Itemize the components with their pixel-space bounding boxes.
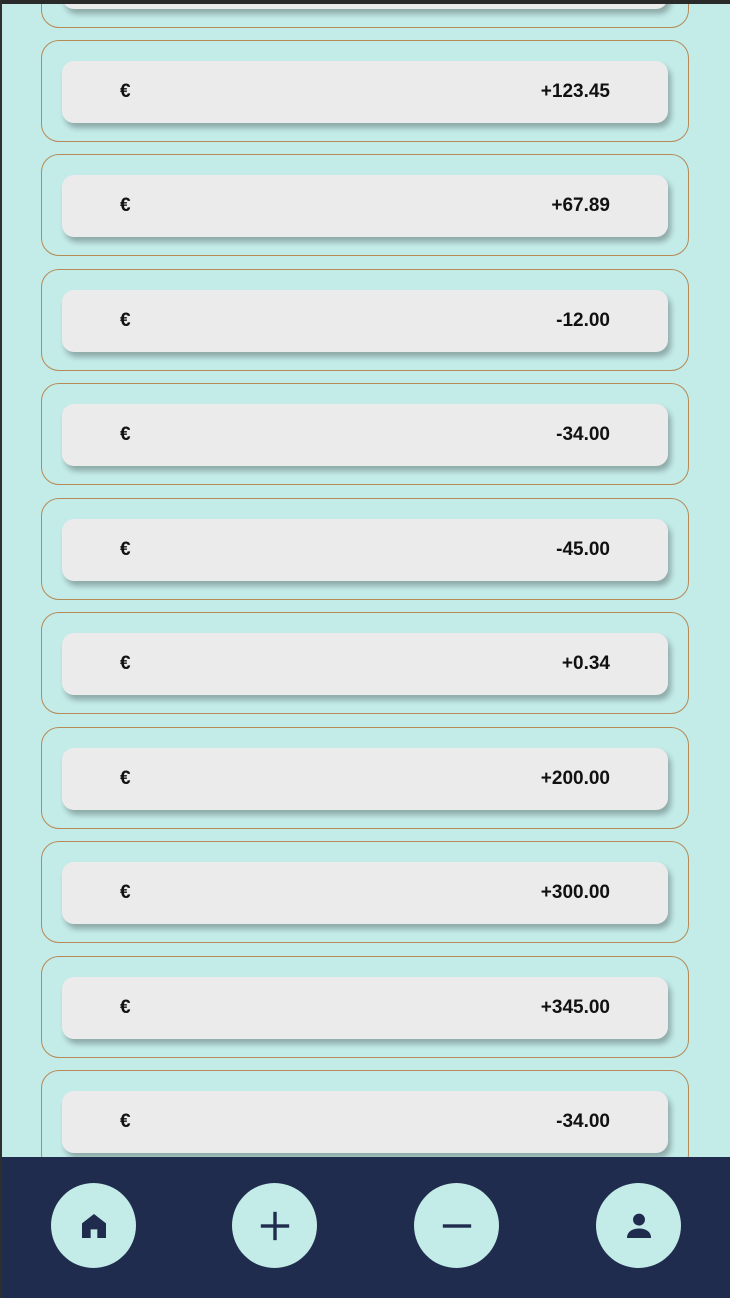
transaction-list[interactable]: € € +123.45 € +67.89 € -12.00 € (0, 0, 730, 1157)
currency-symbol: € (120, 882, 131, 903)
currency-symbol: € (120, 768, 131, 789)
currency-symbol: € (120, 424, 131, 445)
transaction-amount: +67.89 (551, 195, 610, 216)
transaction-card[interactable]: € +345.00 (62, 977, 668, 1039)
transaction-amount: +200.00 (540, 768, 610, 789)
transaction-row[interactable]: € +200.00 (41, 727, 689, 829)
transaction-amount: +345.00 (540, 997, 610, 1018)
currency-symbol: € (120, 310, 131, 331)
person-icon (622, 1209, 656, 1243)
currency-symbol: € (120, 653, 131, 674)
currency-symbol: € (120, 1111, 131, 1132)
transaction-card[interactable]: € +0.34 (62, 633, 668, 695)
transaction-card[interactable]: € -34.00 (62, 404, 668, 466)
transaction-row[interactable]: € +123.45 (41, 40, 689, 142)
plus-icon (258, 1209, 292, 1243)
home-button[interactable] (51, 1183, 136, 1268)
transaction-row[interactable]: € -34.00 (41, 1070, 689, 1157)
currency-symbol: € (120, 81, 131, 102)
currency-symbol: € (120, 997, 131, 1018)
currency-symbol: € (120, 195, 131, 216)
transaction-card[interactable]: € -12.00 (62, 290, 668, 352)
transaction-amount: -34.00 (556, 1111, 610, 1132)
transaction-row[interactable]: € +345.00 (41, 956, 689, 1058)
app-screen: € € +123.45 € +67.89 € -12.00 € (0, 0, 730, 1298)
transaction-amount: +0.34 (561, 653, 610, 674)
bottom-navigation-bar (0, 1157, 730, 1298)
transaction-row[interactable]: € -12.00 (41, 269, 689, 371)
transaction-row[interactable]: € +300.00 (41, 841, 689, 943)
top-edge (0, 0, 730, 4)
transaction-amount: -12.00 (556, 310, 610, 331)
transaction-card[interactable]: € +200.00 (62, 748, 668, 810)
minus-icon (440, 1209, 474, 1243)
currency-symbol: € (120, 539, 131, 560)
add-expense-button[interactable] (414, 1183, 499, 1268)
transaction-card[interactable]: € -45.00 (62, 519, 668, 581)
transaction-card[interactable]: € +67.89 (62, 175, 668, 237)
transaction-amount: +300.00 (540, 882, 610, 903)
transaction-row[interactable]: € (41, 0, 689, 28)
transaction-row[interactable]: € +0.34 (41, 612, 689, 714)
profile-button[interactable] (596, 1183, 681, 1268)
transaction-amount: +123.45 (540, 81, 610, 102)
transaction-card[interactable]: € +300.00 (62, 862, 668, 924)
transaction-amount: -34.00 (556, 424, 610, 445)
transaction-row[interactable]: € -34.00 (41, 383, 689, 485)
transaction-row[interactable]: € -45.00 (41, 498, 689, 600)
transaction-amount: -45.00 (556, 539, 610, 560)
transaction-card[interactable]: € -34.00 (62, 1091, 668, 1153)
add-income-button[interactable] (232, 1183, 317, 1268)
home-icon (78, 1210, 110, 1242)
left-edge (0, 0, 2, 1298)
transaction-row[interactable]: € +67.89 (41, 154, 689, 256)
transaction-card[interactable]: € +123.45 (62, 61, 668, 123)
